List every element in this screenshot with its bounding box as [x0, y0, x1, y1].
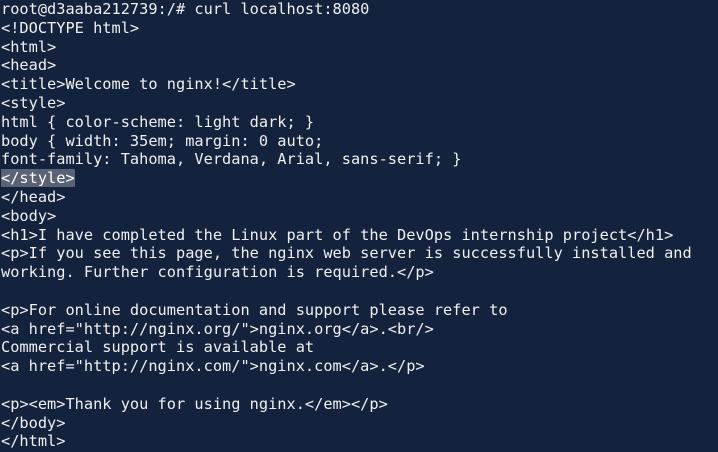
line-text: <html>: [1, 37, 57, 56]
line-text: <a href="http://nginx.com/">nginx.com</a…: [1, 357, 425, 376]
terminal-line: </body>: [1, 414, 718, 433]
terminal-line: <p><em>Thank you for using nginx.</em></…: [1, 395, 718, 414]
terminal-output: root@d3aaba212739:/# curl localhost:8080…: [1, 0, 718, 451]
terminal-line: <body>: [1, 207, 718, 226]
terminal-line: working. Further configuration is requir…: [1, 263, 718, 282]
line-text: Commercial support is available at: [1, 338, 315, 357]
terminal-line: html { color-scheme: light dark; }: [1, 113, 718, 132]
terminal-line: font-family: Tahoma, Verdana, Arial, san…: [1, 150, 718, 169]
line-text: <title>Welcome to nginx!</title>: [1, 75, 296, 94]
terminal-line: <html>: [1, 38, 718, 57]
terminal-line: <!DOCTYPE html>: [1, 19, 718, 38]
line-text: <p><em>Thank you for using nginx.</em></…: [1, 394, 388, 413]
line-text: <head>: [1, 56, 57, 75]
line-text: <!DOCTYPE html>: [1, 18, 140, 37]
line-text: <p>If you see this page, the nginx web s…: [1, 244, 692, 263]
line-text: root@d3aaba212739:/# curl localhost:8080: [1, 0, 370, 18]
terminal-line: </head>: [1, 188, 718, 207]
line-text: html { color-scheme: light dark; }: [1, 112, 315, 131]
terminal-line: <head>: [1, 56, 718, 75]
terminal-line: <style>: [1, 94, 718, 113]
terminal-line: body { width: 35em; margin: 0 auto;: [1, 132, 718, 151]
line-text: body { width: 35em; margin: 0 auto;: [1, 131, 324, 150]
terminal-line: <a href="http://nginx.com/">nginx.com</a…: [1, 357, 718, 376]
selected-text: </style>: [1, 169, 75, 188]
line-text: <p>For online documentation and support …: [1, 300, 508, 319]
line-text: </body>: [1, 413, 66, 432]
terminal-line: </html>: [1, 432, 718, 451]
terminal-line: <a href="http://nginx.org/">nginx.org</a…: [1, 320, 718, 339]
line-text: </html>: [1, 432, 66, 451]
line-text: </head>: [1, 187, 66, 206]
line-text: <a href="http://nginx.org/">nginx.org</a…: [1, 319, 434, 338]
terminal-line: <h1>I have completed the Linux part of t…: [1, 226, 718, 245]
terminal-line: </style>: [1, 169, 718, 188]
terminal-line: <p>If you see this page, the nginx web s…: [1, 244, 718, 263]
line-text: font-family: Tahoma, Verdana, Arial, san…: [1, 150, 462, 169]
line-text: working. Further configuration is requir…: [1, 263, 434, 282]
line-text: <body>: [1, 206, 57, 225]
command-prompt-line: root@d3aaba212739:/# curl localhost:8080: [1, 0, 718, 19]
line-text: <h1>I have completed the Linux part of t…: [1, 225, 674, 244]
terminal-line: <title>Welcome to nginx!</title>: [1, 75, 718, 94]
terminal-line: <p>For online documentation and support …: [1, 301, 718, 320]
terminal-line: Commercial support is available at: [1, 338, 718, 357]
terminal-window[interactable]: root@d3aaba212739:/# curl localhost:8080…: [0, 0, 718, 452]
line-text: <style>: [1, 93, 66, 112]
